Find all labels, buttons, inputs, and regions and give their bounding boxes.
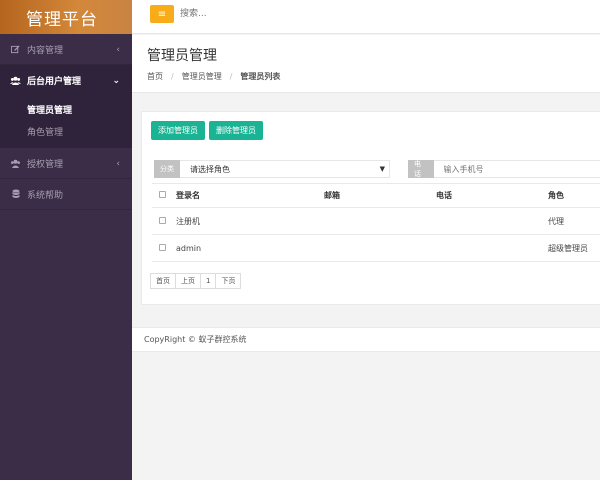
users-icon: [10, 75, 21, 86]
page-title: 管理员管理: [147, 48, 217, 64]
database-icon: [10, 189, 21, 200]
role-filter: 分类 请选择角色 ▼: [154, 160, 390, 178]
breadcrumb-admin-link[interactable]: 管理员管理: [182, 71, 222, 82]
table-row: admin 超级管理员: [152, 234, 600, 262]
select-all-checkbox[interactable]: [159, 191, 166, 198]
table-row: 注册机 代理: [152, 207, 600, 235]
breadcrumb: 首页 / 管理员管理 / 管理员列表: [147, 71, 280, 82]
sidebar: 管理平台 内容管理 ‹ 后台用户管理 ⌄ 管理员管理 角色管理 授权管理 ‹ 系…: [0, 0, 132, 480]
breadcrumb-separator: /: [229, 72, 233, 81]
sidebar-item-label: 授权管理: [27, 159, 64, 170]
submenu-item-admin-manage[interactable]: 管理员管理: [0, 98, 132, 120]
content-panel: 添加管理员 删除管理员 分类 请选择角色 ▼ 电话 登录名 邮箱 电话 角色 注…: [141, 111, 600, 305]
row-select-cell: [152, 234, 176, 262]
phone-filter: 电话: [408, 160, 600, 178]
row-select-cell: [152, 207, 176, 235]
cell-email: [324, 234, 436, 262]
submenu-item-role-manage[interactable]: 角色管理: [0, 120, 132, 142]
select-all-cell: [152, 183, 176, 208]
cell-login: 注册机: [176, 207, 324, 235]
sidebar-item-admin-users[interactable]: 后台用户管理 ⌄: [0, 65, 132, 96]
add-admin-button[interactable]: 添加管理员: [151, 121, 205, 140]
breadcrumb-home-link[interactable]: 首页: [147, 71, 163, 82]
sidebar-item-help[interactable]: 系统帮助: [0, 179, 132, 210]
row-checkbox[interactable]: [159, 216, 166, 224]
phone-input[interactable]: [433, 160, 600, 178]
submenu-admin-users: 管理员管理 角色管理: [0, 96, 132, 148]
row-checkbox[interactable]: [159, 243, 166, 251]
sidebar-item-label: 后台用户管理: [27, 77, 82, 87]
chevron-left-icon: ‹: [116, 158, 120, 169]
role-select-value: 请选择角色: [190, 164, 230, 174]
cell-email: [324, 207, 436, 235]
admin-table: 登录名 邮箱 电话 角色 注册机 代理 admin 超级管理员: [152, 183, 600, 262]
table-header-row: 登录名 邮箱 电话 角色: [152, 183, 600, 208]
phone-addon-label: 电话: [408, 160, 434, 178]
chevron-down-icon: ⌄: [112, 75, 120, 86]
sidebar-item-label: 系统帮助: [27, 190, 64, 201]
cell-role: 超级管理员: [548, 234, 600, 262]
pagination: 首页 上页 1 下页: [150, 273, 242, 289]
footer: CopyRight © 蚁子群控系统: [132, 327, 600, 352]
chevron-left-icon: ‹: [116, 44, 120, 55]
sidebar-item-label: 内容管理: [27, 45, 64, 56]
cell-role: 代理: [548, 207, 600, 235]
cell-login: admin: [176, 234, 324, 262]
sidebar-item-content[interactable]: 内容管理 ‹: [0, 34, 132, 65]
delete-admin-button[interactable]: 删除管理员: [209, 121, 263, 140]
column-header-phone: 电话: [436, 183, 548, 208]
breadcrumb-current: 管理员列表: [240, 72, 281, 81]
category-addon-label: 分类: [154, 160, 180, 178]
role-select[interactable]: 请选择角色 ▼: [180, 160, 390, 178]
breadcrumb-separator: /: [171, 72, 174, 81]
cell-phone: [436, 207, 548, 235]
hamburger-icon: ≡: [157, 8, 167, 20]
top-navbar: ≡: [132, 0, 600, 34]
page-prev-button[interactable]: 上页: [175, 273, 201, 289]
page-heading: 管理员管理 首页 / 管理员管理 / 管理员列表: [132, 35, 600, 93]
menu-toggle-button[interactable]: ≡: [150, 5, 174, 23]
sidebar-item-authorization[interactable]: 授权管理 ‹: [0, 148, 132, 179]
page-next-button[interactable]: 下页: [215, 273, 242, 289]
column-header-login: 登录名: [176, 183, 324, 208]
page-number-button[interactable]: 1: [200, 273, 217, 289]
copyright-text: CopyRight © 蚁子群控系统: [144, 335, 247, 344]
caret-down-icon: ▼: [379, 165, 385, 173]
edit-icon: [10, 44, 21, 55]
search-input[interactable]: [180, 5, 380, 23]
toolbar: 添加管理员 删除管理员: [151, 121, 263, 140]
column-header-email: 邮箱: [324, 183, 436, 208]
brand-title: 管理平台: [0, 0, 132, 34]
page-first-button[interactable]: 首页: [150, 273, 176, 289]
cell-phone: [436, 234, 548, 262]
column-header-role: 角色: [548, 183, 600, 208]
key-group-icon: [10, 158, 21, 169]
